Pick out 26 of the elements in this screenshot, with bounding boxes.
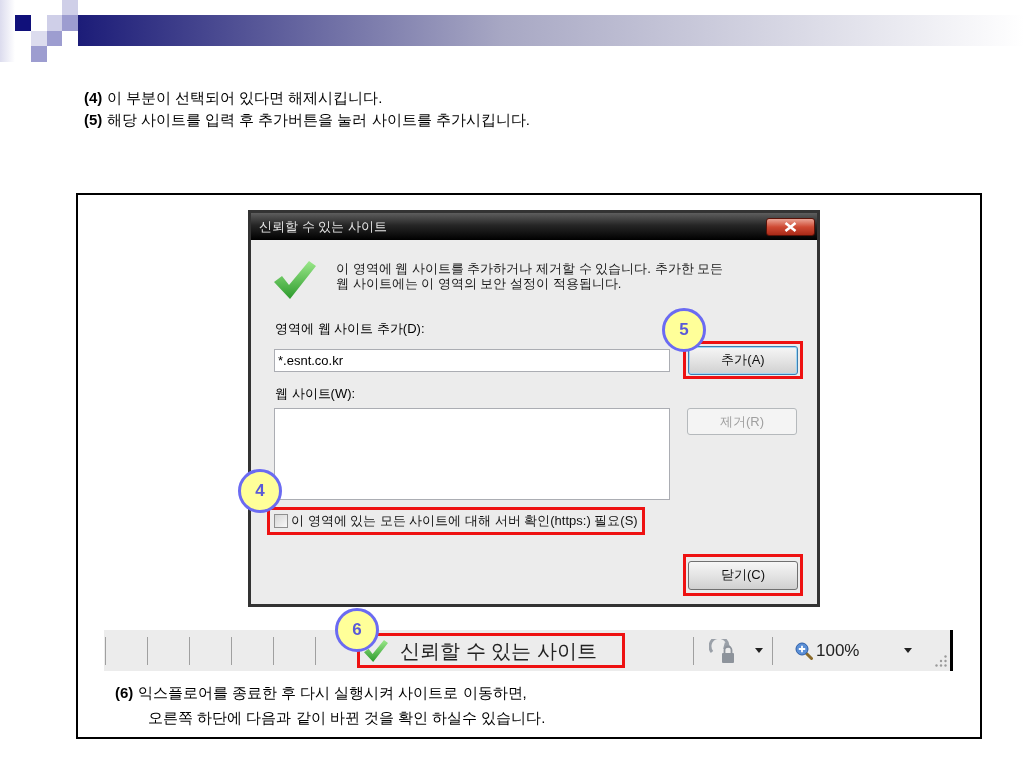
close-button[interactable]	[766, 217, 815, 236]
check-mark-icon	[274, 261, 316, 299]
site-list[interactable]	[274, 408, 670, 500]
step-number-badge: 4	[238, 469, 282, 513]
zoom-level[interactable]: 100%	[816, 637, 860, 664]
caret-icon	[755, 648, 763, 653]
globe-lock-icon	[709, 638, 737, 663]
site-input[interactable]: *.esnt.co.kr	[274, 348, 670, 372]
checkbox-label: 이 영역에 있는 모든 사이트에 대해 서버 확인(https:) 필요(S)	[291, 512, 638, 531]
step-number-badge: 6	[335, 608, 379, 652]
checkbox[interactable]	[274, 514, 288, 528]
add-button[interactable]: 추가(A)	[688, 345, 798, 375]
zoom-icon	[795, 641, 813, 660]
resize-grip-icon	[935, 655, 947, 667]
description-text: 이 영역에 웹 사이트를 추가하거나 제거할 수 있습니다. 추가한 모든 웹 사이트에는 이 영역의 보안 설정이 적용됩니다.	[336, 261, 724, 293]
close-icon	[784, 221, 797, 232]
close-dialog-button[interactable]: 닫기(C)	[688, 560, 798, 590]
check-mark-icon	[364, 639, 388, 662]
note-text: (6) 익스플로어를 종료한 후 다시 실행시켜 사이트로 이동하면, 오른쪽 하단에 다음과 같이 바뀐 것을 확인 하실수 있습니다.	[115, 683, 546, 728]
security-zone-label[interactable]: 신뢰할 수 있는 사이트	[400, 638, 597, 663]
window-title: 신뢰할 수 있는 사이트	[259, 217, 387, 236]
caret-icon	[904, 648, 912, 653]
field-label: 영역에 웹 사이트 추가(D):	[275, 321, 425, 337]
instruction-text: (4) 이 부분이 선택되어 있다면 해제시킵니다.	[84, 88, 383, 108]
field-label: 웹 사이트(W):	[275, 386, 356, 402]
instruction-text: (5) 해당 사이트를 입력 후 추가버튼을 눌러 사이트를 추가시킵니다.	[84, 110, 530, 130]
